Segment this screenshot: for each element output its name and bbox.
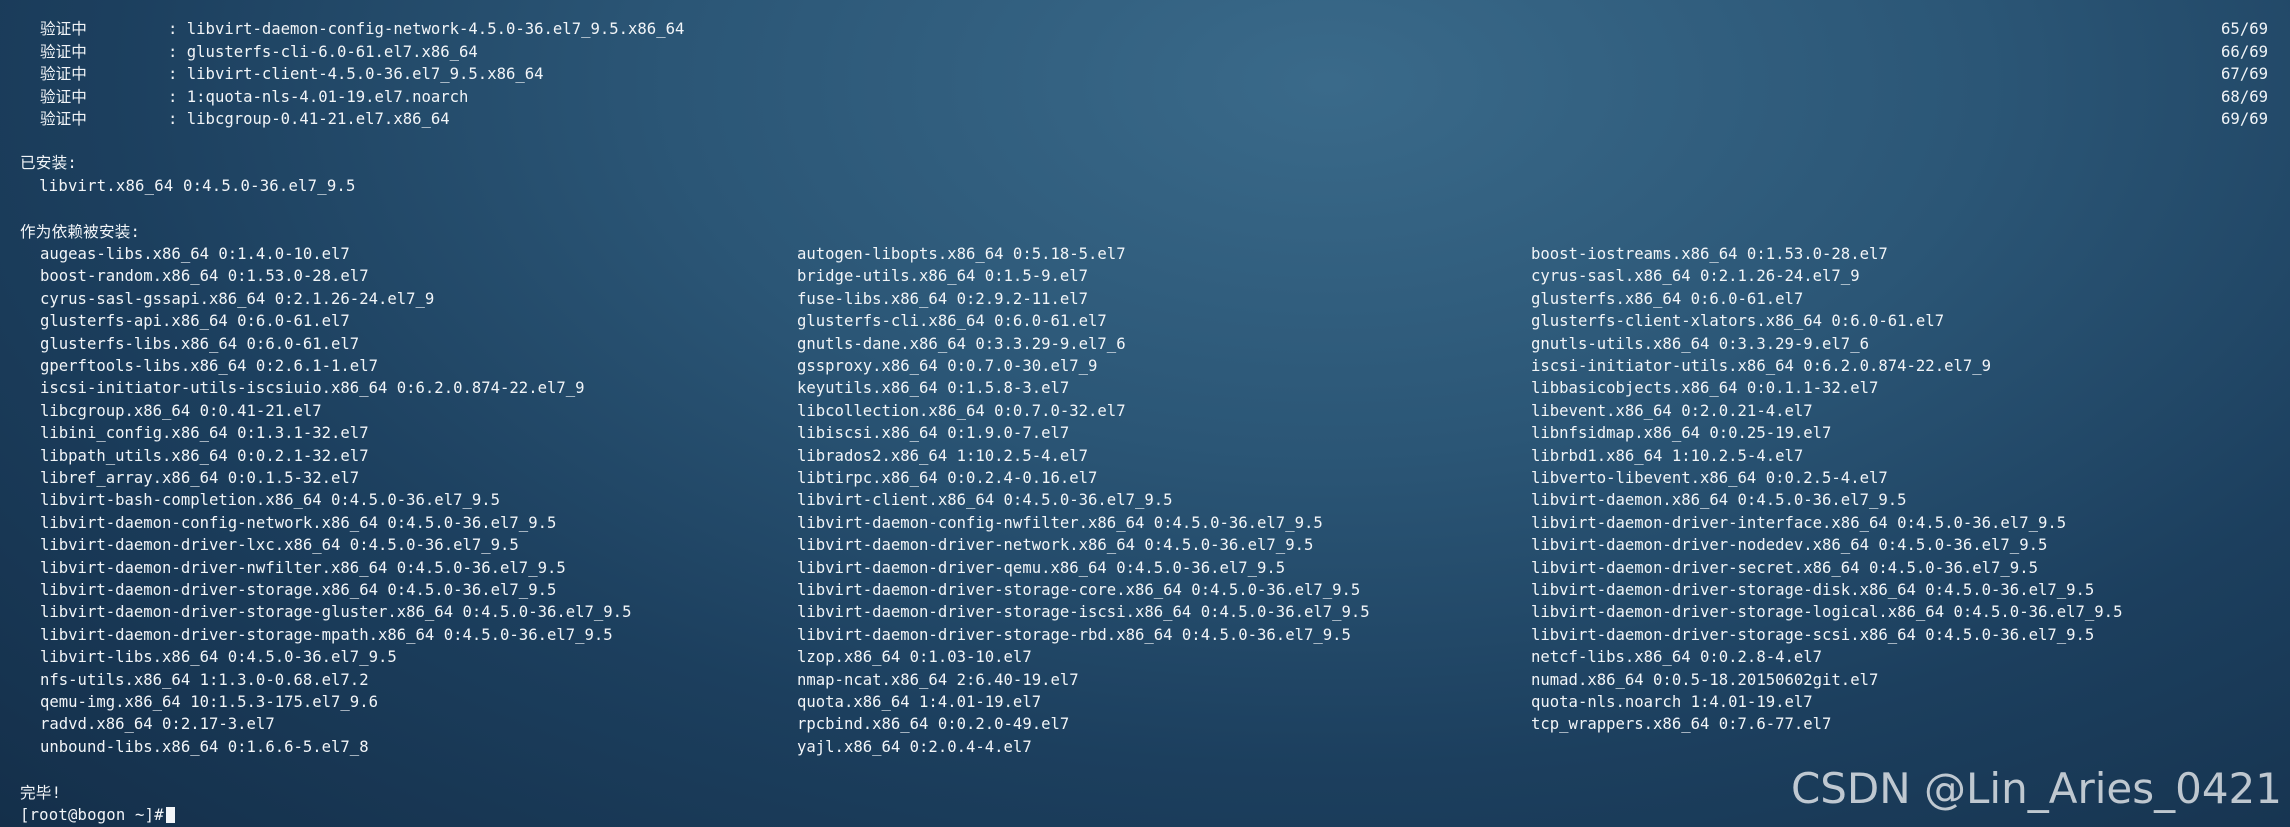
dependency-item: cyrus-sasl-gssapi.x86_64 0:2.1.26-24.el7…: [40, 289, 435, 308]
prompt-text: [root@bogon ~]#: [20, 806, 164, 824]
text-cursor: [165, 807, 175, 823]
dependency-item: netcf-libs.x86_64 0:0.2.8-4.el7: [1531, 648, 1823, 667]
dependency-item: libvirt-daemon-driver-lxc.x86_64 0:4.5.0…: [40, 536, 519, 555]
dependency-item: libcgroup.x86_64 0:0.41-21.el7: [40, 401, 322, 420]
dependency-item: glusterfs-cli.x86_64 0:6.0-61.el7: [797, 312, 1107, 331]
dependency-item: libpath_utils.x86_64 0:0.2.1-32.el7: [40, 446, 369, 465]
dependency-item: iscsi-initiator-utils-iscsiuio.x86_64 0:…: [40, 379, 585, 398]
dependency-item: libvirt-daemon.x86_64 0:4.5.0-36.el7_9.5: [1531, 491, 1907, 510]
dependency-item: libvirt-daemon-driver-qemu.x86_64 0:4.5.…: [797, 558, 1286, 577]
verify-package: : libcgroup-0.41-21.el7.x86_64: [168, 110, 450, 128]
verify-count: 69/69: [2221, 110, 2268, 128]
dependency-item: libvirt-daemon-driver-nwfilter.x86_64 0:…: [40, 558, 566, 577]
dependency-item: librbd1.x86_64 1:10.2.5-4.el7: [1531, 446, 1804, 465]
watermark: CSDN @Lin_Aries_0421: [1790, 764, 2282, 813]
dependency-item: yajl.x86_64 0:2.0.4-4.el7: [797, 737, 1032, 756]
dependency-item: libvirt-daemon-driver-storage-gluster.x8…: [40, 603, 632, 622]
verify-package: : glusterfs-cli-6.0-61.el7.x86_64: [168, 42, 478, 61]
verify-label: 验证中: [40, 110, 87, 128]
dependency-item: libvirt-daemon-config-nwfilter.x86_64 0:…: [797, 513, 1323, 532]
dependency-item: bridge-utils.x86_64 0:1.5-9.el7: [797, 267, 1089, 286]
dependency-item: gnutls-utils.x86_64 0:3.3.29-9.el7_6: [1531, 334, 1869, 353]
dependency-item: libevent.x86_64 0:2.0.21-4.el7: [1531, 401, 1813, 420]
complete-message: 完毕!: [20, 784, 62, 802]
dependency-item: autogen-libopts.x86_64 0:5.18-5.el7: [797, 245, 1126, 263]
dependency-item: libvirt-daemon-driver-storage-logical.x8…: [1531, 603, 2123, 622]
dependency-item: gperftools-libs.x86_64 0:2.6.1-1.el7: [40, 357, 378, 375]
installed-package: libvirt.x86_64 0:4.5.0-36.el7_9.5: [20, 177, 356, 195]
dependency-item: radvd.x86_64 0:2.17-3.el7: [40, 715, 275, 734]
dependency-item: gssproxy.x86_64 0:0.7.0-30.el7_9: [797, 357, 1098, 375]
verify-row: 验证中 : glusterfs-cli-6.0-61.el7.x86_64 66/6…: [0, 41, 2290, 63]
dependency-item: fuse-libs.x86_64 0:2.9.2-11.el7: [797, 289, 1089, 308]
dependency-item: numad.x86_64 0:0.5-18.20150602git.el7: [1531, 670, 1879, 689]
dependency-item: libvirt-daemon-driver-storage.x86_64 0:4…: [40, 581, 557, 599]
verify-label: 验证中: [40, 87, 87, 106]
verify-row: 验证中 : 1:quota-nls-4.01-19.el7.noarch 68/69: [0, 86, 2290, 108]
dependency-item: libvirt-daemon-driver-interface.x86_64 0…: [1531, 513, 2067, 532]
dependency-item: boost-random.x86_64 0:1.53.0-28.el7: [40, 267, 369, 286]
verify-label: 验证中: [40, 42, 87, 61]
verify-label: 验证中: [40, 20, 87, 38]
verify-count: 68/69: [2221, 87, 2268, 106]
dependency-item: libvirt-daemon-driver-storage-core.x86_6…: [797, 581, 1361, 599]
dependency-item: libverto-libevent.x86_64 0:0.2.5-4.el7: [1531, 469, 1888, 487]
installed-header: 已安装:: [20, 154, 77, 172]
dependency-item: libvirt-daemon-driver-secret.x86_64 0:4.…: [1531, 558, 2038, 577]
dependency-item: librados2.x86_64 1:10.2.5-4.el7: [797, 446, 1089, 465]
dependency-item: libvirt-bash-completion.x86_64 0:4.5.0-3…: [40, 491, 501, 510]
dependency-item: libvirt-daemon-driver-storage-rbd.x86_64…: [797, 625, 1351, 644]
dependency-item: tcp_wrappers.x86_64 0:7.6-77.el7: [1531, 715, 1832, 734]
verify-row: 验证中 : libvirt-daemon-config-network-4.5.0…: [0, 18, 2290, 40]
dependency-item: keyutils.x86_64 0:1.5.8-3.el7: [797, 379, 1070, 398]
dependency-item: unbound-libs.x86_64 0:1.6.6-5.el7_8: [40, 737, 369, 756]
dependency-item: libvirt-libs.x86_64 0:4.5.0-36.el7_9.5: [40, 648, 397, 667]
dependency-item: lzop.x86_64 0:1.03-10.el7: [797, 648, 1032, 667]
verify-row: 验证中 : libcgroup-0.41-21.el7.x86_64 69/69: [0, 108, 2290, 130]
dependency-item: libvirt-daemon-config-network.x86_64 0:4…: [40, 513, 557, 532]
dependency-item: glusterfs-libs.x86_64 0:6.0-61.el7: [40, 334, 360, 353]
dependency-item: qemu-img.x86_64 10:1.5.3-175.el7_9.6: [40, 693, 378, 711]
dependency-item: libvirt-daemon-driver-storage-iscsi.x86_…: [797, 603, 1370, 622]
dependency-item: libbasicobjects.x86_64 0:0.1.1-32.el7: [1531, 379, 1879, 398]
dependency-item: libiscsi.x86_64 0:1.9.0-7.el7: [797, 424, 1070, 443]
verify-row: 验证中 : libvirt-client-4.5.0-36.el7_9.5.x86…: [0, 63, 2290, 85]
dependency-item: iscsi-initiator-utils.x86_64 0:6.2.0.874…: [1531, 357, 1992, 375]
dependency-item: nfs-utils.x86_64 1:1.3.0-0.68.el7.2: [40, 670, 369, 689]
dependency-item: rpcbind.x86_64 0:0.2.0-49.el7: [797, 715, 1070, 734]
dependency-item: glusterfs.x86_64 0:6.0-61.el7: [1531, 289, 1804, 308]
dependencies-header: 作为依赖被安装:: [20, 223, 141, 241]
dependency-item: quota.x86_64 1:4.01-19.el7: [797, 693, 1042, 711]
verify-count: 65/69: [2221, 20, 2268, 38]
shell-prompt[interactable]: [root@bogon ~]#: [20, 804, 175, 826]
dependency-item: glusterfs-client-xlators.x86_64 0:6.0-61…: [1531, 312, 1945, 331]
verify-count: 66/69: [2221, 42, 2268, 61]
dependency-item: libvirt-daemon-driver-storage-mpath.x86_…: [40, 625, 613, 644]
verify-label: 验证中: [40, 65, 87, 83]
dependency-item: libref_array.x86_64 0:0.1.5-32.el7: [40, 469, 360, 487]
verify-package: : 1:quota-nls-4.01-19.el7.noarch: [168, 87, 469, 106]
dependency-item: boost-iostreams.x86_64 0:1.53.0-28.el7: [1531, 245, 1888, 263]
dependency-item: augeas-libs.x86_64 0:1.4.0-10.el7: [40, 245, 350, 263]
dependency-item: libini_config.x86_64 0:1.3.1-32.el7: [40, 424, 369, 443]
dependency-item: libvirt-daemon-driver-storage-disk.x86_6…: [1531, 581, 2095, 599]
dependency-item: libvirt-daemon-driver-network.x86_64 0:4…: [797, 536, 1314, 555]
dependency-item: cyrus-sasl.x86_64 0:2.1.26-24.el7_9: [1531, 267, 1860, 286]
dependency-item: glusterfs-api.x86_64 0:6.0-61.el7: [40, 312, 350, 331]
dependency-item: gnutls-dane.x86_64 0:3.3.29-9.el7_6: [797, 334, 1126, 353]
dependency-item: libnfsidmap.x86_64 0:0.25-19.el7: [1531, 424, 1832, 443]
verify-count: 67/69: [2221, 65, 2268, 83]
dependency-item: nmap-ncat.x86_64 2:6.40-19.el7: [797, 670, 1079, 689]
verify-package: : libvirt-daemon-config-network-4.5.0-36…: [168, 20, 685, 38]
verify-package: : libvirt-client-4.5.0-36.el7_9.5.x86_64: [168, 65, 544, 83]
dependency-item: libtirpc.x86_64 0:0.2.4-0.16.el7: [797, 469, 1098, 487]
terminal-window[interactable]: 验证中 : libvirt-daemon-config-network-4.5.0…: [0, 0, 2290, 827]
dependency-item: libvirt-daemon-driver-nodedev.x86_64 0:4…: [1531, 536, 2048, 555]
dependency-item: libvirt-daemon-driver-storage-scsi.x86_6…: [1531, 625, 2095, 644]
dependency-item: quota-nls.noarch 1:4.01-19.el7: [1531, 693, 1813, 711]
dependency-item: libcollection.x86_64 0:0.7.0-32.el7: [797, 401, 1126, 420]
dependency-item: libvirt-client.x86_64 0:4.5.0-36.el7_9.5: [797, 491, 1173, 510]
